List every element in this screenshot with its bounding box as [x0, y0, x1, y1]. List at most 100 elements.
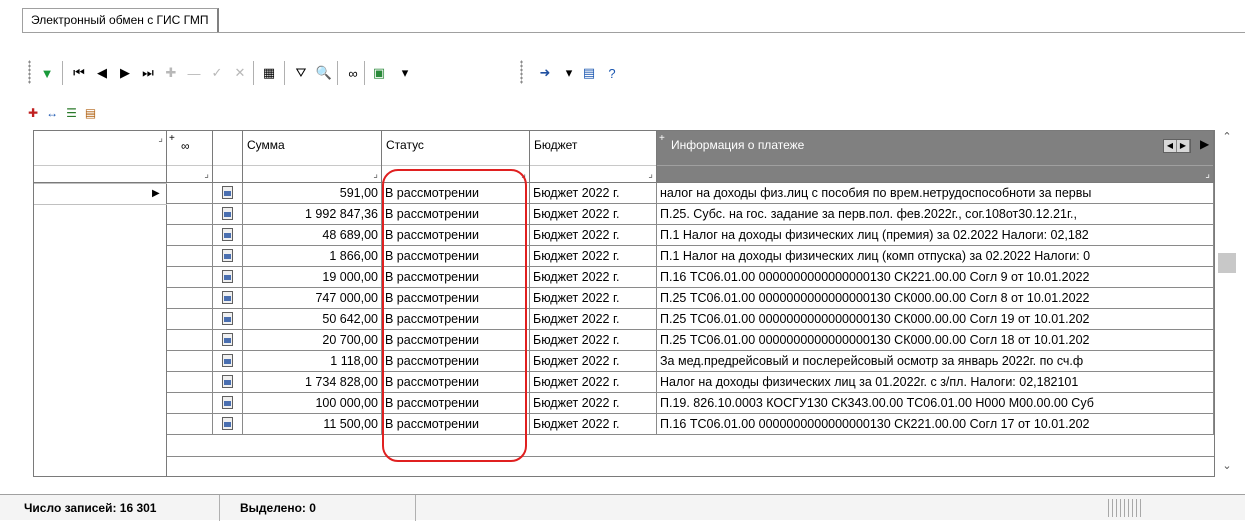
- doc-cell[interactable]: [213, 351, 243, 372]
- info-cell[interactable]: П.16 ТС06.01.00 0000000000000000130 СК22…: [657, 414, 1214, 435]
- status-cell[interactable]: В рассмотрении: [382, 414, 530, 435]
- table-row[interactable]: 1 734 828,00 В рассмотрении Бюджет 2022 г.…: [34, 372, 1214, 393]
- status-cell[interactable]: В рассмотрении: [382, 393, 530, 414]
- sum-cell[interactable]: 591,00: [243, 183, 382, 204]
- budget-cell[interactable]: Бюджет 2022 г.: [530, 246, 657, 267]
- budget-cell[interactable]: Бюджет 2022 г.: [530, 204, 657, 225]
- sum-cell[interactable]: 50 642,00: [243, 309, 382, 330]
- budget-cell[interactable]: Бюджет 2022 г.: [530, 351, 657, 372]
- doc-cell[interactable]: [213, 414, 243, 435]
- scroll-right-icon[interactable]: ▶: [1177, 140, 1190, 152]
- cancel-edit-icon[interactable]: ✕: [229, 62, 251, 84]
- doc-cell[interactable]: [213, 330, 243, 351]
- vertical-scrollbar[interactable]: ⌃ ⌄: [1217, 130, 1237, 477]
- link-cell[interactable]: [167, 414, 213, 435]
- sum-cell[interactable]: 20 700,00: [243, 330, 382, 351]
- sum-cell[interactable]: 48 689,00: [243, 225, 382, 246]
- doc-cell[interactable]: [213, 267, 243, 288]
- add-column-icon[interactable]: ✚: [28, 105, 38, 121]
- doc-cell[interactable]: [213, 204, 243, 225]
- budget-cell[interactable]: Бюджет 2022 г.: [530, 414, 657, 435]
- table-row[interactable]: 1 118,00 В рассмотрении Бюджет 2022 г. За м…: [34, 351, 1214, 372]
- scroll-thumb[interactable]: [1218, 253, 1236, 273]
- sum-cell[interactable]: 747 000,00: [243, 288, 382, 309]
- link-cell[interactable]: [167, 183, 213, 204]
- post-edit-icon[interactable]: ✓: [206, 62, 228, 84]
- status-cell[interactable]: В рассмотрении: [382, 309, 530, 330]
- info-cell[interactable]: П.16 ТС06.01.00 0000000000000000130 СК22…: [657, 267, 1214, 288]
- doc-cell[interactable]: [213, 246, 243, 267]
- table-row[interactable]: 1 992 847,36 В рассмотрении Бюджет 2022 г.…: [34, 204, 1214, 225]
- payments-grid[interactable]: ⌟ ▶ + ∞ ⌟ Сумма ⌟ Статус ⌟ Бюджет ⌟ + Ин…: [33, 130, 1215, 477]
- send-icon[interactable]: ➜: [534, 62, 556, 84]
- link-icon[interactable]: ∞: [342, 62, 364, 84]
- column-budget-header[interactable]: Бюджет ⌟: [530, 131, 657, 183]
- doc-cell[interactable]: [213, 225, 243, 246]
- budget-cell[interactable]: Бюджет 2022 г.: [530, 330, 657, 351]
- info-cell[interactable]: П.1 Налог на доходы физических лиц (комп…: [657, 246, 1214, 267]
- first-record-icon[interactable]: ⏮: [68, 62, 90, 84]
- dropdown-arrow-icon[interactable]: ▾: [394, 62, 416, 84]
- info-cell[interactable]: Налог на доходы физических лиц за 01.202…: [657, 372, 1214, 393]
- link-cell[interactable]: [167, 309, 213, 330]
- sum-cell[interactable]: 1 734 828,00: [243, 372, 382, 393]
- filter-corner-icon[interactable]: ⌟: [158, 133, 163, 144]
- sum-cell[interactable]: 1 992 847,36: [243, 204, 382, 225]
- filter-icon[interactable]: ⌟: [204, 169, 209, 180]
- budget-cell[interactable]: Бюджет 2022 г.: [530, 372, 657, 393]
- link-cell[interactable]: [167, 372, 213, 393]
- table-row[interactable]: 591,00 В рассмотрении Бюджет 2022 г. налог …: [34, 183, 1214, 204]
- link-cell[interactable]: [167, 267, 213, 288]
- grid-scroll-right-icon[interactable]: ▶: [1200, 137, 1209, 151]
- scroll-down-icon[interactable]: ⌄: [1217, 459, 1237, 477]
- table-row[interactable]: 19 000,00 В рассмотрении Бюджет 2022 г. П.1…: [34, 267, 1214, 288]
- tab-gis-gmp[interactable]: Электронный обмен с ГИС ГМП: [22, 8, 219, 32]
- status-filter-icon[interactable]: ⌟: [521, 169, 526, 180]
- status-cell[interactable]: В рассмотрении: [382, 288, 530, 309]
- window-icon[interactable]: ▤: [578, 62, 600, 84]
- info-cell[interactable]: П.25 ТС06.01.00 0000000000000000130 СК00…: [657, 309, 1214, 330]
- column-status-header[interactable]: Статус ⌟: [382, 131, 530, 183]
- link-cell[interactable]: [167, 246, 213, 267]
- budget-cell[interactable]: Бюджет 2022 г.: [530, 288, 657, 309]
- status-cell[interactable]: В рассмотрении: [382, 372, 530, 393]
- status-cell[interactable]: В рассмотрении: [382, 330, 530, 351]
- sum-cell[interactable]: 1 866,00: [243, 246, 382, 267]
- budget-filter-icon[interactable]: ⌟: [648, 169, 653, 180]
- doc-cell[interactable]: [213, 183, 243, 204]
- table-row[interactable]: 11 500,00 В рассмотрении Бюджет 2022 г. П.1…: [34, 414, 1214, 435]
- info-cell[interactable]: П.25 ТС06.01.00 0000000000000000130 СК00…: [657, 288, 1214, 309]
- table-row[interactable]: 747 000,00 В рассмотрении Бюджет 2022 г. П.…: [34, 288, 1214, 309]
- link-cell[interactable]: [167, 204, 213, 225]
- link-cell[interactable]: [167, 351, 213, 372]
- doc-cell[interactable]: [213, 393, 243, 414]
- column-info-header[interactable]: + Информация о платеже ◀ ▶ ⌟: [657, 131, 1214, 183]
- status-cell[interactable]: В рассмотрении: [382, 246, 530, 267]
- link-cell[interactable]: [167, 330, 213, 351]
- table-row[interactable]: 48 689,00 В рассмотрении Бюджет 2022 г. П.1…: [34, 225, 1214, 246]
- table-row[interactable]: 1 866,00 В рассмотрении Бюджет 2022 г. П.1 …: [34, 246, 1214, 267]
- table-row[interactable]: 100 000,00 В рассмотрении Бюджет 2022 г. П.…: [34, 393, 1214, 414]
- help-icon[interactable]: ?: [601, 62, 623, 84]
- info-filter-icon[interactable]: ⌟: [1205, 169, 1210, 180]
- sum-cell[interactable]: 11 500,00: [243, 414, 382, 435]
- column-doc-header[interactable]: [213, 131, 243, 183]
- status-cell[interactable]: В рассмотрении: [382, 183, 530, 204]
- export-icon[interactable]: ▣: [368, 62, 390, 84]
- info-cell[interactable]: За мед.предрейсовый и послерейсовый осмо…: [657, 351, 1214, 372]
- budget-cell[interactable]: Бюджет 2022 г.: [530, 225, 657, 246]
- status-cell[interactable]: В рассмотрении: [382, 225, 530, 246]
- horizontal-scrollbar[interactable]: [167, 456, 1214, 476]
- insert-record-icon[interactable]: ✚: [160, 62, 182, 84]
- column-link-header[interactable]: + ∞ ⌟: [167, 131, 213, 183]
- list-icon[interactable]: ☰: [66, 105, 77, 121]
- sum-cell[interactable]: 1 118,00: [243, 351, 382, 372]
- toolbar-grip-2[interactable]: [520, 60, 523, 84]
- toolbar-grip[interactable]: [28, 60, 31, 84]
- apply-filter-icon[interactable]: ▼: [36, 62, 58, 84]
- budget-cell[interactable]: Бюджет 2022 г.: [530, 183, 657, 204]
- table-row[interactable]: 20 700,00 В рассмотрении Бюджет 2022 г. П.2…: [34, 330, 1214, 351]
- link-cell[interactable]: [167, 225, 213, 246]
- budget-cell[interactable]: Бюджет 2022 г.: [530, 393, 657, 414]
- column-settings-icon[interactable]: ▤: [85, 105, 96, 121]
